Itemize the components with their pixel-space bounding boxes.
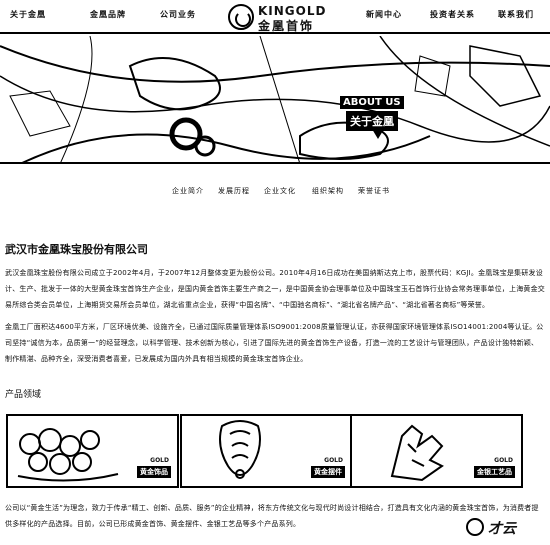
- about-us-badge[interactable]: ABOUT US 关于金凰: [338, 96, 404, 146]
- product-brand-mark: GOLD: [324, 457, 343, 464]
- hero-banner: ABOUT US 关于金凰: [0, 36, 550, 164]
- subnav-item-history[interactable]: 发展历程: [218, 186, 250, 196]
- watermark: 才云: [466, 516, 550, 540]
- nav-item-brand[interactable]: 金凰品牌: [90, 9, 126, 20]
- nav-item-business[interactable]: 公司业务: [160, 9, 196, 20]
- hero-artwork: [0, 36, 550, 162]
- product-brand-mark: GOLD: [150, 457, 169, 464]
- company-title: 武汉市金凰珠宝股份有限公司: [5, 243, 148, 256]
- arrow-down-icon: [372, 129, 384, 139]
- product-label: 黄金饰品: [137, 466, 171, 478]
- product-label: 黄金摆件: [311, 466, 345, 478]
- about-us-chinese-label: 关于金凰: [346, 111, 398, 131]
- kingold-logo[interactable]: KINGOLD 金凰首饰: [228, 2, 328, 33]
- nav-item-news[interactable]: 新闻中心: [366, 9, 402, 20]
- nav-item-about[interactable]: 关于金凰: [10, 9, 46, 20]
- subnav-item-culture[interactable]: 企业文化: [264, 186, 296, 196]
- top-nav: 关于金凰 金凰品牌 公司业务 KINGOLD 金凰首饰 新闻中心 投资者关系 联…: [0, 0, 550, 34]
- subnav-item-honors[interactable]: 荣誉证书: [358, 186, 390, 196]
- company-intro-paragraph: 武汉金凰珠宝股份有限公司成立于2002年4月，于2007年12月整体变更为股份公…: [5, 269, 545, 309]
- product-card-craft[interactable]: GOLD 金银工艺品: [350, 414, 523, 488]
- company-factory-paragraph: 金凰工厂面积达4600平方米，厂区环境优美、设施齐全，已通过国际质量管理体系IS…: [5, 323, 544, 363]
- logo-chinese: 金凰首饰: [258, 19, 315, 33]
- sub-nav: 企业简介 发展历程 企业文化 组织架构 荣誉证书: [0, 186, 550, 200]
- product-label: 金银工艺品: [474, 466, 515, 478]
- about-us-label: ABOUT US: [340, 96, 404, 109]
- nav-item-investors[interactable]: 投资者关系: [430, 9, 475, 20]
- subnav-item-structure[interactable]: 组织架构: [312, 186, 344, 196]
- nav-item-contact[interactable]: 联系我们: [498, 9, 534, 20]
- subnav-item-profile[interactable]: 企业简介: [172, 186, 204, 196]
- watermark-logo-icon: [466, 518, 484, 536]
- brand-philosophy-paragraph: 公司以“黄金生活”为理念，致力于传承“精工、创新、品质、服务”的企业精神，将东方…: [5, 504, 539, 528]
- kingold-logo-icon: [228, 4, 254, 30]
- product-card-ornament[interactable]: GOLD 黄金摆件: [180, 414, 353, 488]
- products-section-title: 产品领域: [5, 390, 42, 400]
- product-brand-mark: GOLD: [494, 457, 513, 464]
- product-card-jewelry[interactable]: GOLD 黄金饰品: [6, 414, 179, 488]
- watermark-text: 才云: [488, 521, 516, 537]
- logo-english: KINGOLD: [258, 4, 327, 18]
